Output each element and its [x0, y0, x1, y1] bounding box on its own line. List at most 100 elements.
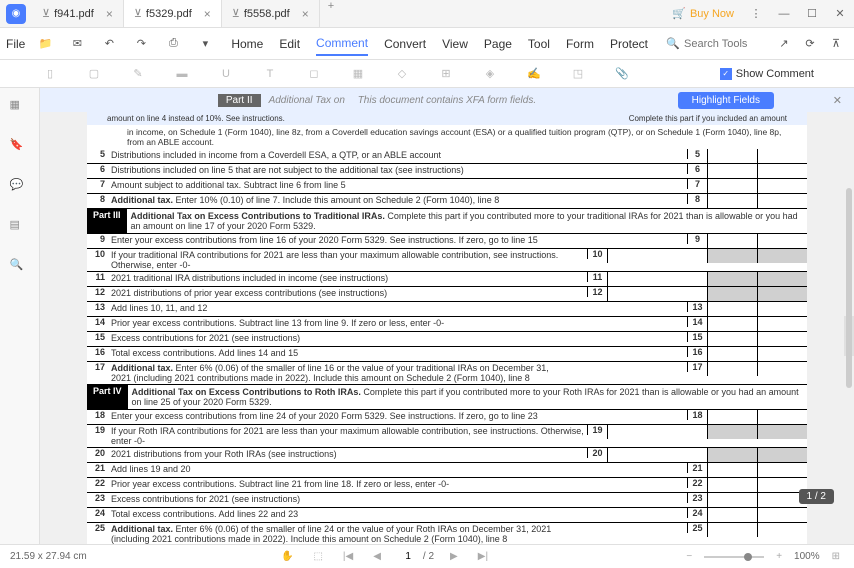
share-icon[interactable]: ↗	[772, 32, 796, 56]
amount-field[interactable]	[757, 194, 807, 208]
text-icon[interactable]: ▢	[84, 64, 104, 84]
close-icon[interactable]: ✕	[833, 94, 842, 107]
minimize-button[interactable]: —	[770, 0, 798, 28]
amount-field[interactable]	[607, 249, 707, 263]
expand-icon[interactable]: ⊼	[824, 32, 848, 56]
amount-field[interactable]	[707, 317, 757, 331]
dropdown-icon[interactable]: ▾	[193, 32, 217, 56]
undo-icon[interactable]: ↶	[97, 32, 121, 56]
highlight-icon[interactable]: ▬	[172, 64, 192, 84]
amount-field[interactable]	[707, 478, 757, 492]
amount-field[interactable]	[707, 164, 757, 178]
amount-field[interactable]	[607, 448, 707, 462]
pencil-icon[interactable]: ✎	[128, 64, 148, 84]
amount-field[interactable]	[757, 164, 807, 178]
note-icon[interactable]: ▯	[40, 64, 60, 84]
show-comment-toggle[interactable]: ✓ Show Comment	[720, 68, 814, 80]
fit-page-icon[interactable]: ⊞	[828, 551, 844, 562]
maximize-button[interactable]: ☐	[798, 0, 826, 28]
prev-page-button[interactable]: ◀	[369, 551, 385, 562]
print-icon[interactable]: ⎙	[161, 32, 185, 56]
stamp-icon[interactable]: ◈	[480, 64, 500, 84]
amount-field[interactable]	[757, 347, 807, 361]
search-tools[interactable]: 🔍	[660, 35, 770, 52]
shape-icon[interactable]: ◇	[392, 64, 412, 84]
amount-field[interactable]	[707, 493, 757, 507]
tab-f941[interactable]: ⊻ f941.pdf ×	[32, 0, 124, 27]
mail-icon[interactable]: ✉	[65, 32, 89, 56]
amount-field[interactable]	[757, 508, 807, 522]
amount-field[interactable]	[757, 302, 807, 316]
amount-field[interactable]	[707, 179, 757, 193]
highlight-fields-button[interactable]: Highlight Fields	[678, 92, 774, 109]
amount-field[interactable]	[757, 149, 807, 163]
tab-convert[interactable]: Convert	[384, 33, 426, 55]
amount-field[interactable]	[707, 194, 757, 208]
search-panel-icon[interactable]: 🔍	[10, 258, 30, 278]
tab-protect[interactable]: Protect	[610, 33, 648, 55]
close-icon[interactable]: ×	[302, 7, 309, 21]
amount-field[interactable]	[757, 410, 807, 424]
amount-field[interactable]	[607, 425, 707, 439]
vertical-scrollbar[interactable]	[846, 188, 852, 388]
tab-edit[interactable]: Edit	[279, 33, 300, 55]
next-page-button[interactable]: ▶	[446, 551, 462, 562]
amount-field[interactable]	[707, 362, 757, 376]
attach-icon[interactable]: 📎	[612, 64, 632, 84]
tab-view[interactable]: View	[442, 33, 468, 55]
close-icon[interactable]: ×	[106, 7, 113, 21]
measure-icon[interactable]: ⊞	[436, 64, 456, 84]
tab-form[interactable]: Form	[566, 33, 594, 55]
zoom-slider[interactable]	[704, 556, 764, 558]
amount-field[interactable]	[757, 234, 807, 248]
amount-field[interactable]	[757, 523, 807, 537]
comments-icon[interactable]: 💬	[10, 178, 30, 198]
amount-field[interactable]	[607, 272, 707, 286]
sync-icon[interactable]: ⟳	[798, 32, 822, 56]
menu-icon[interactable]: ⋮	[742, 0, 770, 28]
buy-now-button[interactable]: 🛒 Buy Now	[664, 7, 742, 20]
amount-field[interactable]	[757, 463, 807, 477]
text-edit-icon[interactable]: T	[260, 64, 280, 84]
tab-page[interactable]: Page	[484, 33, 512, 55]
amount-field[interactable]	[707, 410, 757, 424]
amount-field[interactable]	[707, 347, 757, 361]
amount-field[interactable]	[707, 332, 757, 346]
zoom-in-button[interactable]: +	[772, 551, 786, 562]
select-tool-icon[interactable]: ⬚	[309, 551, 326, 562]
attachments-icon[interactable]: ▤	[10, 218, 30, 238]
amount-field[interactable]	[707, 149, 757, 163]
hand-tool-icon[interactable]: ✋	[277, 551, 297, 562]
amount-field[interactable]	[707, 234, 757, 248]
underline-icon[interactable]: U	[216, 64, 236, 84]
close-button[interactable]: ✕	[826, 0, 854, 28]
last-page-button[interactable]: ▶|	[474, 551, 492, 562]
amount-field[interactable]	[757, 332, 807, 346]
add-tab-button[interactable]: +	[320, 0, 342, 27]
amount-field[interactable]	[757, 179, 807, 193]
bookmarks-icon[interactable]: 🔖	[10, 138, 30, 158]
search-input[interactable]	[684, 38, 764, 50]
document-scroll[interactable]: amount on line 4 instead of 10%. See ins…	[40, 112, 854, 544]
page-number-input[interactable]	[397, 551, 411, 562]
tab-comment[interactable]: Comment	[316, 32, 368, 56]
thumbnails-icon[interactable]: ▦	[10, 98, 30, 118]
amount-field[interactable]	[707, 463, 757, 477]
tab-f5329[interactable]: ⊻ f5329.pdf ×	[124, 0, 222, 27]
amount-field[interactable]	[757, 362, 807, 376]
signature-icon[interactable]: ✍	[524, 64, 544, 84]
open-icon[interactable]: 📁	[33, 32, 57, 56]
amount-field[interactable]	[607, 287, 707, 301]
amount-field[interactable]	[757, 317, 807, 331]
amount-field[interactable]	[707, 508, 757, 522]
amount-field[interactable]	[707, 302, 757, 316]
tab-tool[interactable]: Tool	[528, 33, 550, 55]
callout-icon[interactable]: ◳	[568, 64, 588, 84]
tab-f5558[interactable]: ⊻ f5558.pdf ×	[222, 0, 320, 27]
file-menu[interactable]: File	[6, 37, 25, 51]
zoom-out-button[interactable]: −	[682, 551, 696, 562]
tab-home[interactable]: Home	[231, 33, 263, 55]
first-page-button[interactable]: |◀	[339, 551, 357, 562]
area-icon[interactable]: ▦	[348, 64, 368, 84]
redo-icon[interactable]: ↷	[129, 32, 153, 56]
